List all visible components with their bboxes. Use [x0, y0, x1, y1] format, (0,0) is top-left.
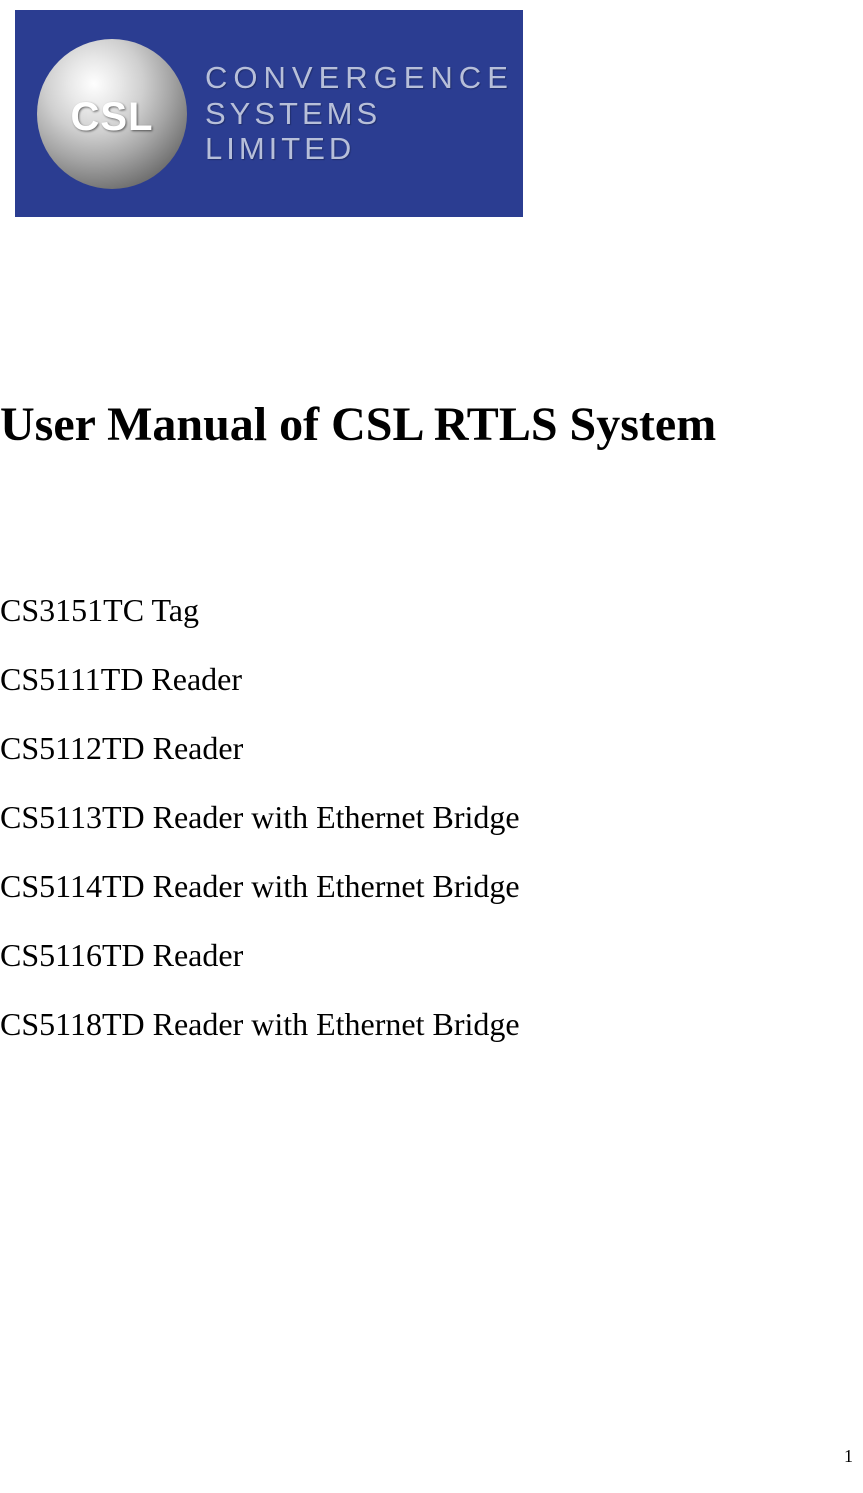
product-item: CS5116TD Reader	[0, 937, 863, 974]
product-item: CS5113TD Reader with Ethernet Bridge	[0, 799, 863, 836]
product-item: CS5118TD Reader with Ethernet Bridge	[0, 1006, 863, 1043]
logo-line-1: CONVERGENCE	[205, 60, 523, 96]
logo-sphere-text: CSL	[71, 95, 154, 140]
product-item: CS5114TD Reader with Ethernet Bridge	[0, 868, 863, 905]
product-item: CS5112TD Reader	[0, 730, 863, 767]
logo-banner: CSL CONVERGENCE SYSTEMS LIMITED	[15, 10, 523, 217]
logo-text-block: CONVERGENCE SYSTEMS LIMITED	[205, 60, 523, 167]
page-number: 1	[844, 1446, 853, 1467]
logo-sphere: CSL	[37, 39, 187, 189]
logo-line-2: SYSTEMS LIMITED	[205, 96, 523, 167]
product-list: CS3151TC Tag CS5111TD Reader CS5112TD Re…	[0, 592, 863, 1043]
product-item: CS5111TD Reader	[0, 661, 863, 698]
document-title: User Manual of CSL RTLS System	[0, 397, 863, 452]
product-item: CS3151TC Tag	[0, 592, 863, 629]
